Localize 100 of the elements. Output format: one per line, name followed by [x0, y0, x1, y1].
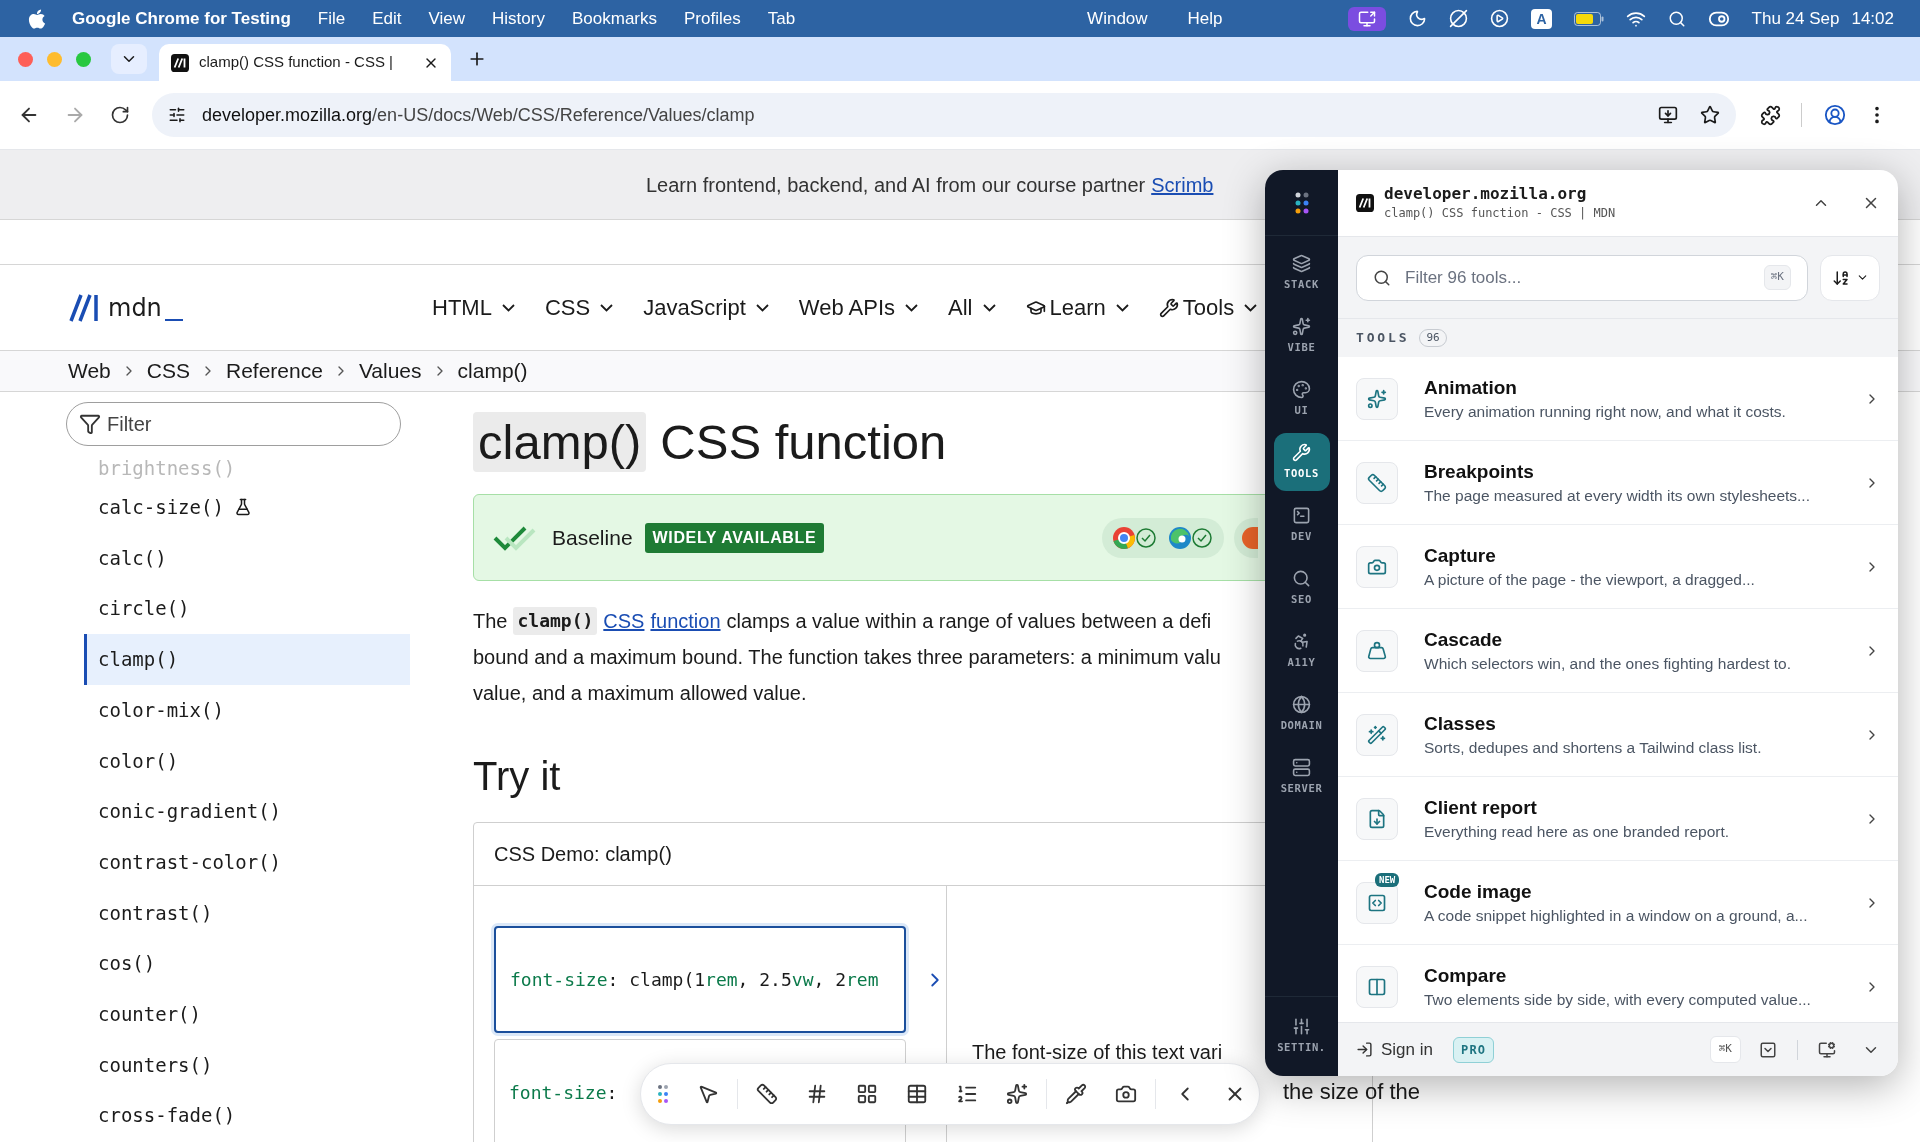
output-text: The font-size of this text vari	[972, 1040, 1223, 1065]
tool-search-field[interactable]: Filter 96 tools... ⌘K	[1356, 254, 1808, 301]
layout-grid-icon[interactable]	[856, 1083, 878, 1105]
tool-list-item[interactable]: Client report Everything read here as one branded report.	[1338, 777, 1898, 861]
menu-item[interactable]: Tab	[767, 5, 796, 32]
rail-tab[interactable]: TOOLS	[1273, 433, 1330, 491]
rail-tab[interactable]: UI	[1273, 370, 1330, 428]
pointer-icon[interactable]	[697, 1083, 719, 1105]
breadcrumb-link[interactable]: Values	[358, 355, 422, 387]
sidebar-link[interactable]: contrast()	[84, 887, 410, 939]
breadcrumb-link[interactable]: CSS	[146, 355, 190, 387]
rail-tab[interactable]: DOMAIN	[1273, 685, 1330, 743]
panel-page-title: clamp() CSS function - CSS | MDN	[1384, 205, 1616, 222]
moon-icon[interactable]	[1408, 9, 1428, 28]
inline-link[interactable]: function	[650, 603, 721, 639]
tool-title: Client report	[1424, 795, 1538, 820]
pro-badge[interactable]: PRO	[1453, 1036, 1495, 1063]
tool-list-item[interactable]: NEW Code image A code snippet highlighted in a window on a ground, a...	[1338, 861, 1898, 945]
breadcrumb-link[interactable]: Reference	[226, 355, 323, 387]
search-icon[interactable]	[1667, 9, 1686, 28]
tool-list-item[interactable]: Classes Sorts, dedupes and shortens a Tailwind class list.	[1338, 693, 1898, 777]
code-choice[interactable]: font-size: clamp(1 rem, 2.5vw, 2 rem	[494, 926, 906, 1033]
sign-in-button[interactable]: Sign in	[1356, 1036, 1433, 1063]
drag-handle-icon[interactable]	[657, 1084, 669, 1104]
sidebar-link[interactable]: calc()	[84, 532, 410, 584]
tool-search-input[interactable]: Filter 96 tools...	[1405, 264, 1750, 291]
mdn-logo-text[interactable]: mdn	[108, 293, 162, 322]
rail-tab[interactable]: DEV	[1273, 496, 1330, 554]
reload-icon[interactable]	[110, 105, 130, 125]
sidebar-link[interactable]: cos()	[84, 938, 410, 989]
tool-list-item[interactable]: Animation Every animation running right now, and what it costs.	[1338, 357, 1898, 441]
circle-slash-icon[interactable]	[1449, 9, 1469, 28]
app-menu[interactable]: Google Chrome for Testing	[72, 5, 291, 32]
nav-menu[interactable]: Web APIs	[798, 291, 919, 324]
site-info-icon[interactable]	[168, 106, 186, 124]
nav-menu[interactable]: CSS	[544, 291, 614, 324]
extensions-icon[interactable]	[1760, 104, 1781, 126]
menu-item[interactable]: Profiles	[684, 5, 741, 32]
address-bar[interactable]: developer.mozilla.org/en-US/docs/Web/CSS/Reference/Values/clamp	[152, 93, 1736, 137]
breadcrumb-link[interactable]: Web	[68, 355, 111, 387]
menu-item[interactable]: File	[317, 5, 346, 32]
sidebar-link[interactable]: circle()	[84, 583, 410, 635]
dots-logo-icon[interactable]	[1294, 191, 1309, 214]
table-icon[interactable]	[906, 1083, 928, 1105]
tool-list-item[interactable]: Cascade Which selectors win, and the ones fighting hardest to.	[1338, 609, 1898, 693]
sidebar-link[interactable]: counters()	[84, 1039, 410, 1091]
nav-menu[interactable]: Tools	[1158, 291, 1258, 324]
input-source[interactable]: A	[1531, 8, 1552, 29]
ruler-icon[interactable]	[756, 1083, 778, 1105]
eyedropper-icon[interactable]	[1065, 1083, 1087, 1105]
nav-menu[interactable]: JavaScript	[643, 291, 769, 324]
mdn-logo-icon[interactable]	[68, 293, 100, 322]
rail-tab[interactable]: STACK	[1273, 244, 1330, 302]
sidebar-link[interactable]: color-mix()	[84, 684, 410, 736]
tool-list-item[interactable]: Breakpoints The page measured at every width its own stylesheets...	[1338, 441, 1898, 525]
promo-link[interactable]: Scrimb	[1151, 169, 1214, 200]
sparkles-icon[interactable]	[1006, 1083, 1028, 1105]
nav-menu[interactable]: All	[948, 291, 996, 324]
menu-item[interactable]: Help	[1187, 5, 1223, 32]
menu-item[interactable]: View	[428, 5, 466, 32]
menu-item[interactable]: Window	[1087, 5, 1148, 32]
sidebar-link[interactable]: calc-size()	[84, 482, 410, 533]
nav-menu[interactable]: Learn	[1025, 291, 1129, 324]
filter-input[interactable]: Filter	[107, 409, 367, 439]
title-code: clamp()	[473, 412, 647, 472]
menu-item[interactable]: Bookmarks	[571, 5, 657, 32]
filter-field[interactable]: Filter	[66, 402, 401, 446]
sidebar-link[interactable]: contrast-color()	[84, 836, 410, 888]
shortcut-key[interactable]: ⌘K	[1709, 1036, 1741, 1063]
tool-description: A picture of the page - the viewport, a dragged...	[1424, 569, 1755, 590]
camera-icon[interactable]	[1115, 1083, 1137, 1105]
install-icon[interactable]	[1658, 105, 1678, 125]
profile-icon[interactable]	[1824, 104, 1846, 126]
output-text: the size of the	[1283, 1079, 1420, 1105]
sidebar-link[interactable]: conic-gradient()	[84, 786, 410, 837]
rail-tab[interactable]: SERVER	[1273, 748, 1330, 806]
grid-lines-icon[interactable]	[806, 1083, 828, 1105]
inline-link[interactable]: CSS	[603, 603, 645, 639]
battery-icon[interactable]	[1573, 11, 1604, 26]
menu-item[interactable]: Edit	[372, 5, 402, 32]
screen-share-status[interactable]	[1348, 6, 1387, 31]
sort-button[interactable]	[1820, 254, 1880, 301]
browser-tab[interactable]: clamp() CSS function - CSS |	[159, 44, 451, 81]
menu-item[interactable]: History	[492, 5, 545, 32]
sidebar-link[interactable]: clamp()	[84, 634, 410, 685]
nav-menu[interactable]: HTML	[432, 291, 515, 324]
bookmark-star-icon[interactable]	[1700, 105, 1720, 125]
apple-icon[interactable]	[26, 7, 48, 30]
sidebar-link[interactable]: counter()	[84, 988, 410, 1040]
rail-tab[interactable]: VIBE	[1273, 307, 1330, 365]
rail-tab[interactable]: SEO	[1273, 559, 1330, 617]
tool-list-item[interactable]: Capture A picture of the page - the viewport, a dragged...	[1338, 525, 1898, 609]
monitor-settings-icon[interactable]	[1818, 1040, 1836, 1059]
sidebar-link[interactable]: color()	[84, 735, 410, 787]
breadcrumb-link[interactable]: clamp()	[457, 355, 528, 387]
sidebar-link[interactable]: cross-fade()	[84, 1090, 410, 1141]
play-icon[interactable]	[1490, 9, 1510, 28]
rail-tab[interactable]: A11Y	[1273, 622, 1330, 680]
dock-icon[interactable]	[1759, 1040, 1777, 1059]
ordered-list-icon[interactable]	[956, 1083, 978, 1105]
